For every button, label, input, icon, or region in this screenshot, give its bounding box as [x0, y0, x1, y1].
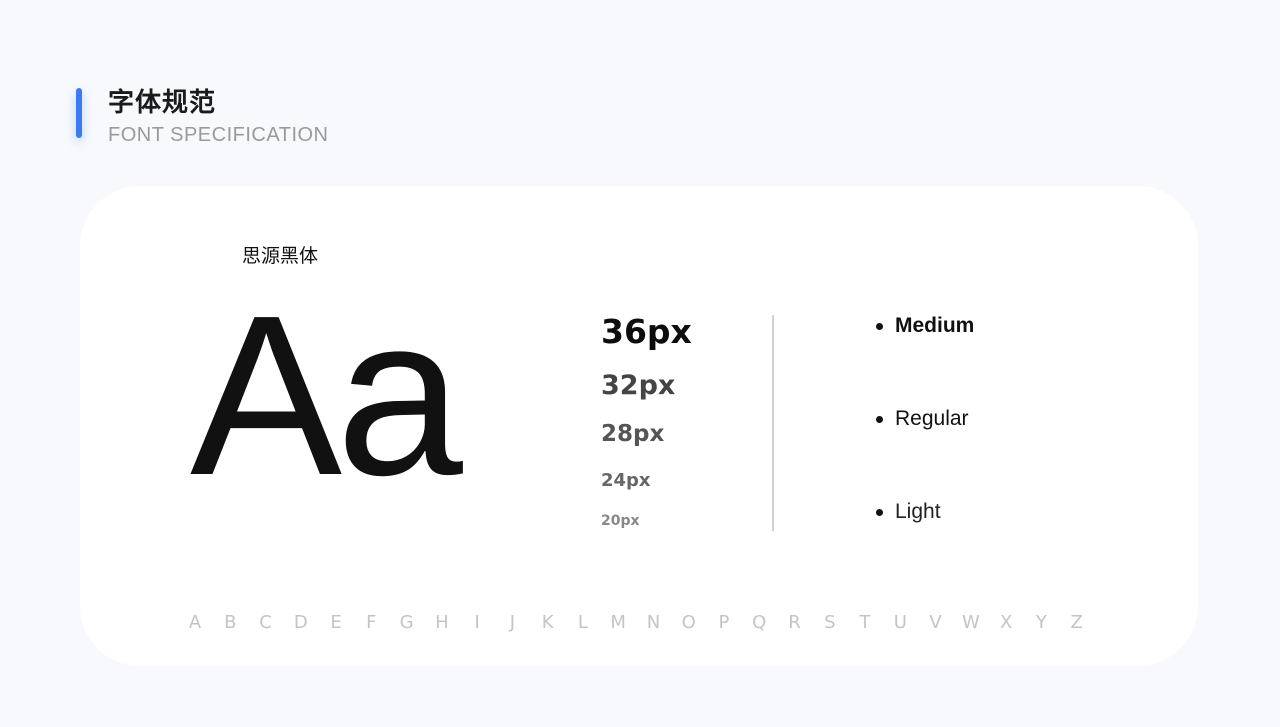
alphabet-letter: Y: [1035, 612, 1047, 633]
alphabet-letter: W: [961, 612, 980, 633]
alphabet-letter: V: [929, 612, 942, 633]
weight-item-medium: Medium: [876, 314, 974, 338]
alphabet-letter: I: [474, 612, 480, 633]
alphabet-letter: P: [718, 612, 730, 633]
alphabet-letter: S: [824, 612, 836, 633]
size-item-28: 28px: [601, 421, 665, 447]
bullet-icon: [876, 415, 883, 423]
alphabet-letter: R: [788, 612, 801, 633]
page-subtitle: FONT SPECIFICATION: [108, 124, 329, 146]
weight-label: Light: [895, 500, 941, 523]
alphabet-letter: T: [859, 612, 871, 633]
divider: [772, 315, 774, 531]
size-item-36: 36px: [601, 312, 692, 351]
alphabet-letter: A: [188, 612, 202, 633]
alphabet-letter: X: [999, 612, 1013, 633]
alphabet-letter: D: [293, 612, 308, 633]
accent-bar: [76, 88, 82, 138]
size-item-24: 24px: [601, 470, 651, 491]
alphabet-letter: Q: [752, 612, 767, 633]
font-name: 思源黑体: [242, 245, 319, 267]
alphabet-letter: L: [577, 612, 588, 633]
font-sample: Aa: [190, 269, 463, 523]
bullet-icon: [876, 322, 883, 330]
alphabet-letter: J: [509, 612, 516, 633]
weight-label: Medium: [895, 314, 975, 337]
bullet-icon: [876, 508, 883, 516]
alphabet-letter: H: [435, 612, 449, 633]
size-item-20: 20px: [601, 513, 640, 529]
alphabet-letter: U: [893, 612, 907, 633]
page: 字体规范 FONT SPECIFICATION 思源黑体 Aa 36px 32p…: [0, 0, 1280, 727]
alphabet-letter: B: [224, 612, 237, 633]
alphabet-letter: G: [399, 612, 414, 633]
alphabet-letter: F: [366, 612, 377, 633]
alphabet-letter: K: [541, 612, 554, 633]
page-title: 字体规范: [108, 88, 217, 118]
alphabet-letter: N: [646, 612, 661, 633]
alphabet-letter: C: [259, 612, 272, 633]
weight-label: Regular: [895, 407, 969, 430]
weight-item-regular: Regular: [876, 407, 969, 431]
alphabet-letter: M: [610, 612, 626, 633]
size-item-32: 32px: [601, 370, 676, 401]
alphabet-letter: O: [681, 612, 696, 633]
weight-item-light: Light: [876, 500, 941, 524]
alphabet-row: A B C D E F G H I J K L M N O P Q R S T …: [186, 612, 1086, 633]
alphabet-letter: E: [330, 612, 342, 633]
alphabet-letter: Z: [1070, 612, 1083, 633]
